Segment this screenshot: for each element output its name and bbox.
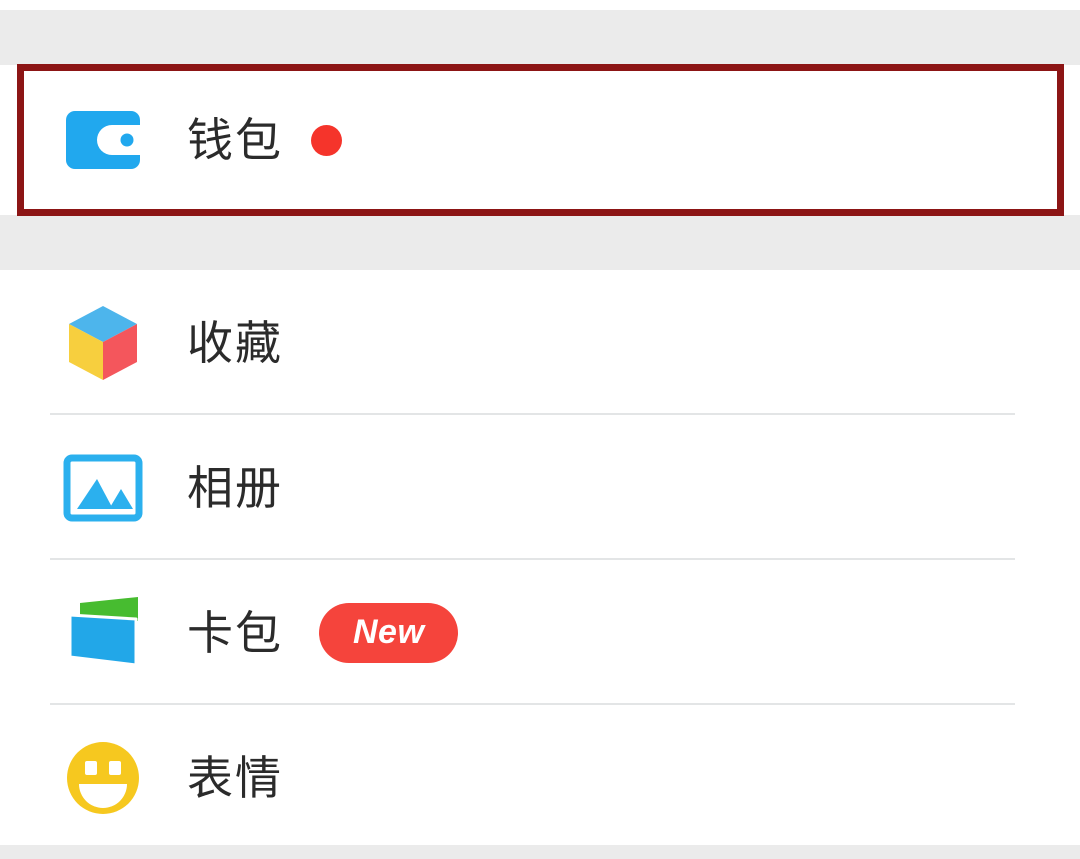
- menu-item-album[interactable]: 相册: [0, 415, 1080, 560]
- menu-item-label: 收藏: [187, 315, 283, 370]
- menu-item-favorites[interactable]: 收藏: [0, 270, 1080, 415]
- menu-item-label: 表情: [187, 750, 283, 805]
- new-badge: New: [319, 602, 459, 663]
- status-badge: [311, 124, 342, 156]
- menu-item-label: 卡包: [187, 605, 283, 660]
- album-photo-icon: [40, 453, 165, 523]
- favorites-cube-icon: [40, 302, 165, 384]
- menu-item-label: 相册: [187, 460, 283, 515]
- emoji-smiley-icon: [40, 740, 165, 816]
- section-divider-top: [0, 10, 1080, 65]
- section-divider-bottom: [0, 845, 1080, 859]
- wallet-group: 钱包: [0, 65, 1080, 215]
- section-divider-middle: [0, 215, 1080, 270]
- menu-item-label: 钱包: [187, 113, 283, 167]
- menu-item-emoji[interactable]: 表情: [0, 705, 1080, 850]
- wallet-icon: [40, 105, 165, 175]
- menu-item-wallet[interactable]: 钱包: [0, 65, 1080, 215]
- main-group: 收藏 相册 卡包 New 表情: [0, 270, 1080, 850]
- cards-icon: [40, 595, 165, 671]
- profile-menu-screen: 钱包 收藏 相册 卡包 New 表情: [0, 0, 1080, 859]
- menu-item-cards[interactable]: 卡包 New: [0, 560, 1080, 705]
